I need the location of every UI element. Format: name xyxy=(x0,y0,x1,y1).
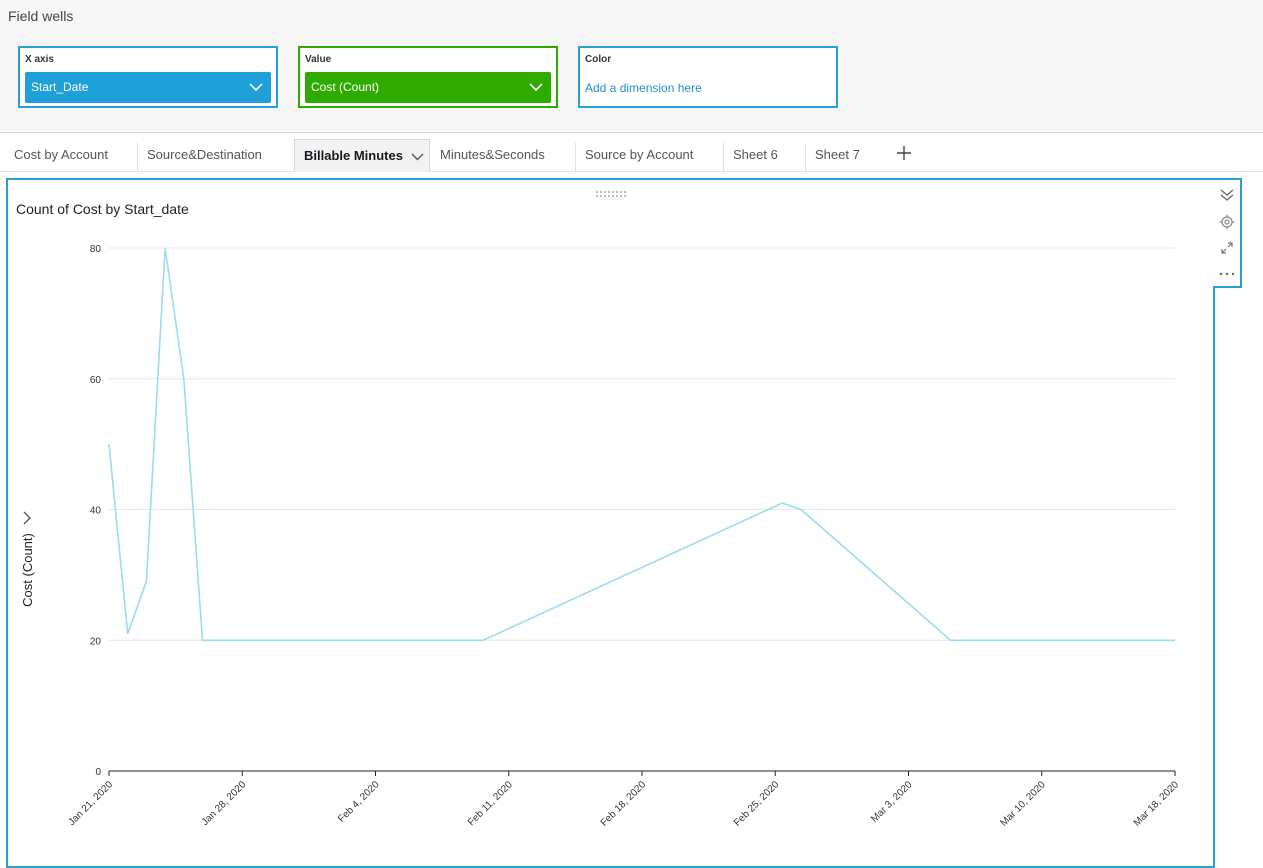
x-axis-field-pill[interactable]: Start_Date xyxy=(25,72,271,103)
color-well-label: Color xyxy=(585,54,612,65)
tab-source-by-account[interactable]: Source by Account xyxy=(575,143,722,171)
value-well[interactable]: Value Cost (Count) xyxy=(298,46,558,108)
chart-title: Count of Cost by Start_date xyxy=(16,201,189,217)
x-axis-well-label: X axis xyxy=(25,54,54,65)
tab-sheet-7[interactable]: Sheet 7 xyxy=(805,143,887,171)
collapse-icon[interactable] xyxy=(1218,186,1236,204)
add-dimension-link[interactable]: Add a dimension here xyxy=(585,81,702,95)
tab-billable-minutes-label: Billable Minutes xyxy=(304,148,403,163)
color-well[interactable]: Color Add a dimension here xyxy=(578,46,838,108)
chevron-down-icon[interactable] xyxy=(411,140,424,173)
field-wells-title: Field wells xyxy=(8,8,74,24)
chevron-down-icon[interactable] xyxy=(249,72,263,103)
value-well-label: Value xyxy=(305,54,332,65)
visual-tools xyxy=(1213,178,1242,288)
field-wells-panel: Field wells X axis Start_Date Value Cost… xyxy=(0,0,1263,133)
x-axis-well[interactable]: X axis Start_Date xyxy=(18,46,278,108)
sheet-tabs: Cost by Account Source&Destination Billa… xyxy=(0,137,1263,172)
chevron-down-icon[interactable] xyxy=(529,72,543,103)
more-icon[interactable] xyxy=(1218,265,1236,283)
value-field-name: Cost (Count) xyxy=(311,80,380,94)
tab-source-destination[interactable]: Source&Destination xyxy=(137,143,293,171)
gear-icon[interactable] xyxy=(1218,213,1236,231)
expand-icon[interactable] xyxy=(1218,239,1236,257)
tab-billable-minutes[interactable]: Billable Minutes xyxy=(294,139,430,172)
line-chart-visual[interactable]: Count of Cost by Start_date xyxy=(6,178,1215,868)
tab-minutes-seconds[interactable]: Minutes&Seconds xyxy=(431,143,573,171)
drag-handle-icon[interactable] xyxy=(595,185,627,203)
tab-sheet-6[interactable]: Sheet 6 xyxy=(723,143,803,171)
tab-cost-by-account[interactable]: Cost by Account xyxy=(5,143,136,171)
x-axis-field-name: Start_Date xyxy=(31,80,89,94)
value-field-pill[interactable]: Cost (Count) xyxy=(305,72,551,103)
plus-icon[interactable] xyxy=(895,142,913,164)
